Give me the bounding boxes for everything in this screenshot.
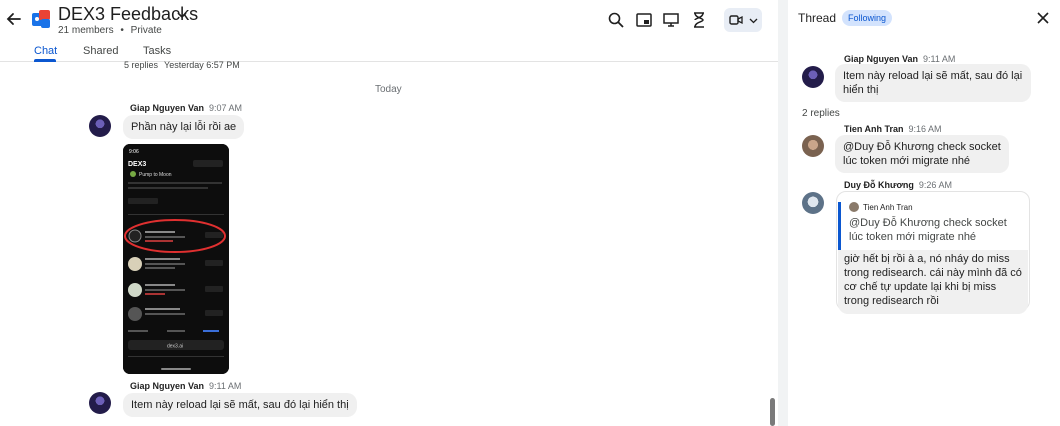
sender-name[interactable]: Duy Đỗ Khương [844,180,914,190]
privacy-label: Private [130,25,162,36]
message-bubble[interactable]: @Duy Đỗ Khương check socket lúc token mớ… [835,135,1009,173]
sender-name[interactable]: Tien Anh Tran [844,124,904,134]
message-header: Giap Nguyen Van 9:11 AM [844,54,955,64]
shot-time: 9:06 [129,149,139,155]
tab-shared[interactable]: Shared [83,45,118,57]
thread-panel: Thread Following Giap Nguyen Van 9:11 AM … [788,0,1060,426]
quoted-reply-card[interactable]: Tien Anh Tran @Duy Đỗ Khương check socke… [836,191,1030,314]
tab-tasks[interactable]: Tasks [143,45,171,57]
message-list: 5 replies Yesterday 6:57 PM Today Giap Ng… [0,60,778,426]
sender-name[interactable]: Giap Nguyen Van [130,381,204,391]
avatar[interactable] [802,192,824,214]
scrollbar-thumb[interactable] [770,398,775,426]
replies-count: 5 replies [124,60,159,70]
quote-sender: Tien Anh Tran [863,202,913,212]
message-header: Duy Đỗ Khương 9:26 AM [844,180,952,190]
following-chip[interactable]: Following [842,10,893,26]
replies-count: 2 replies [802,108,840,119]
chevron-down-icon [749,18,758,24]
space-icon [32,10,50,28]
picture-in-picture-icon[interactable] [635,11,653,29]
message-header: Giap Nguyen Van 9:11 AM [130,381,241,391]
message-bubble[interactable]: Item này reload lại sẽ mất, sau đó lại h… [123,393,357,417]
avatar[interactable] [802,66,824,88]
image-attachment[interactable]: 9:06 DEX3 Pump to Moon dex3.ai [123,144,229,374]
avatar[interactable] [802,135,824,157]
phone-screenshot: 9:06 DEX3 Pump to Moon dex3.ai [123,144,229,374]
chat-app: DEX3 Feedbacks 21 members • Private Chat… [0,0,1060,426]
mention-chip[interactable]: @Duy Đỗ Khương [843,141,934,153]
video-camera-icon [729,15,743,25]
chat-pane: DEX3 Feedbacks 21 members • Private Chat… [0,0,778,426]
avatar [849,202,859,212]
member-count[interactable]: 21 members [58,25,114,36]
tab-bar: Chat Shared Tasks [0,40,778,62]
message-time: 9:11 AM [209,381,242,391]
tab-chat[interactable]: Chat [34,45,57,57]
chevron-down-icon[interactable] [176,10,188,20]
message-time: 9:26 AM [918,180,952,190]
hourglass-icon[interactable] [690,11,708,29]
message-time: 9:16 AM [908,124,942,134]
avatar[interactable] [89,392,111,414]
thread-replies-link[interactable]: 5 replies Yesterday 6:57 PM [124,60,240,70]
message-time: 9:11 AM [923,54,956,64]
shot-brand: DEX3 [128,161,146,168]
search-icon[interactable] [607,11,625,29]
message-header: Giap Nguyen Van 9:07 AM [130,103,242,113]
present-icon[interactable] [662,11,680,29]
quote-block[interactable]: Tien Anh Tran @Duy Đỗ Khương check socke… [838,202,1018,252]
day-divider: Today [375,84,402,95]
thread-title: Thread [798,11,837,25]
space-subtitle: 21 members • Private [58,25,166,36]
message-text: giờ hết bị rồi à a, nó nháy do miss tron… [838,250,1028,314]
sender-name[interactable]: Giap Nguyen Van [130,103,204,113]
message-bubble[interactable]: Item này reload lại sẽ mất, sau đó lại h… [835,64,1031,102]
message-header: Tien Anh Tran 9:16 AM [844,124,942,134]
replies-time: Yesterday 6:57 PM [164,60,240,70]
quote-header: Tien Anh Tran [849,202,1018,212]
message-bubble[interactable]: Phần này lại lỗi rồi ae [123,115,245,139]
message-time: 9:07 AM [209,103,243,113]
close-icon[interactable] [1036,11,1050,25]
pane-divider [778,0,788,426]
quote-text: @Duy Đỗ Khương check socket lúc token mớ… [849,217,1007,243]
back-arrow-icon[interactable] [5,10,23,28]
shot-url: dex3.ai [167,344,183,350]
sender-name[interactable]: Giap Nguyen Van [844,54,918,64]
avatar[interactable] [89,115,111,137]
separator-dot: • [120,25,124,36]
shot-heading: Pump to Moon [139,172,172,178]
meet-button[interactable] [724,8,762,32]
